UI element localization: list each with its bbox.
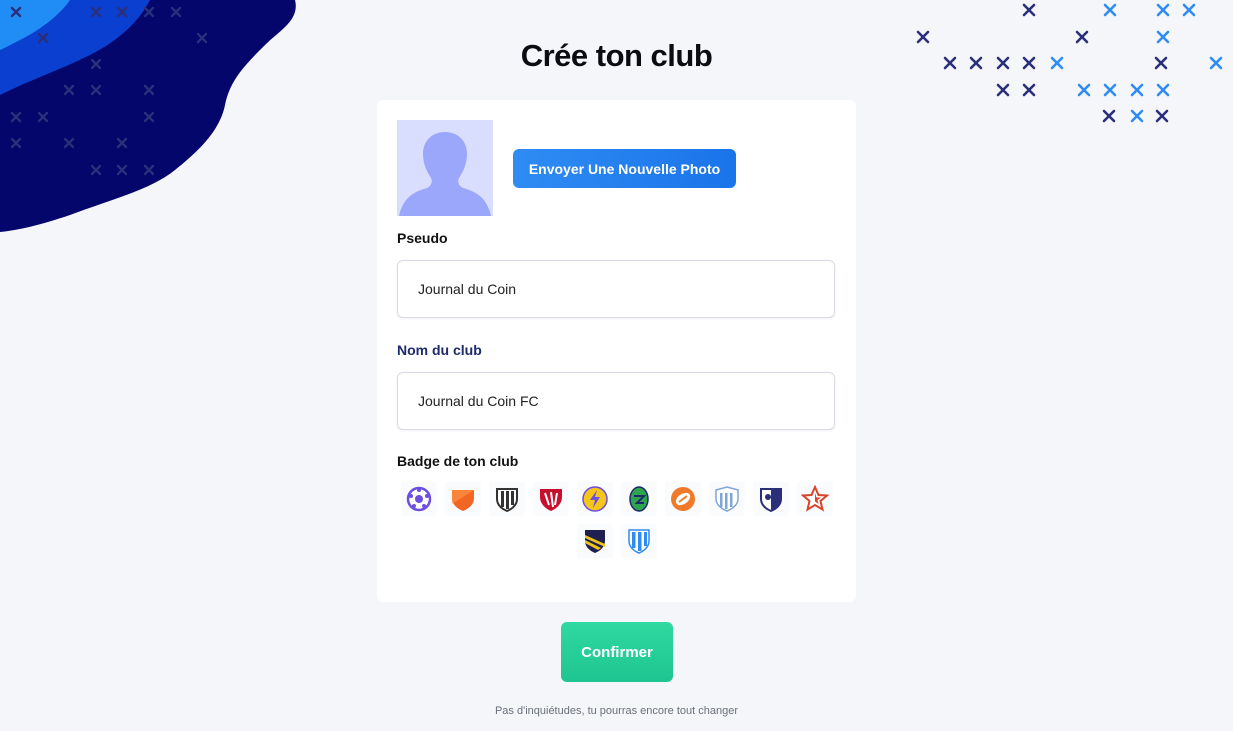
badge-shield-blue-stripes-icon xyxy=(714,486,739,512)
badge-option[interactable] xyxy=(796,482,833,516)
badge-picker xyxy=(397,482,836,558)
badge-shield-navy-yellow-icon xyxy=(584,530,605,553)
upload-photo-button[interactable]: Envoyer Une Nouvelle Photo xyxy=(513,149,736,188)
badge-shield-orange-icon xyxy=(451,490,474,511)
badge-option[interactable] xyxy=(576,524,613,558)
confirm-button[interactable]: Confirmer xyxy=(561,622,673,682)
badge-option[interactable] xyxy=(400,482,437,516)
badge-ball-purple-icon xyxy=(406,486,431,512)
badge-option[interactable] xyxy=(708,482,745,516)
badge-option[interactable] xyxy=(620,524,657,558)
badge-option[interactable] xyxy=(532,482,569,516)
badge-option[interactable] xyxy=(576,482,613,516)
badge-shield-navy-icon xyxy=(759,488,782,513)
badge-star-red-icon xyxy=(800,485,829,512)
club-name-field-wrapper xyxy=(397,372,835,430)
badge-option[interactable] xyxy=(664,482,701,516)
pseudo-input[interactable] xyxy=(418,261,818,317)
page-title: Crée ton club xyxy=(520,38,713,73)
badge-shield-red-icon xyxy=(539,489,562,511)
badge-option[interactable] xyxy=(752,482,789,516)
badge-shield-striped-black-icon xyxy=(495,488,518,513)
club-name-input[interactable] xyxy=(418,373,818,429)
badge-option[interactable] xyxy=(620,482,657,516)
badge-orange-ball-icon xyxy=(670,487,695,511)
page: Crée ton club Envoyer Une Nouvelle Photo… xyxy=(0,0,1233,731)
footer-note: Pas d'inquiétudes, tu pourras encore tou… xyxy=(494,705,739,717)
person-silhouette-icon xyxy=(399,132,491,216)
avatar-placeholder[interactable] xyxy=(397,120,493,216)
badge-option[interactable] xyxy=(488,482,525,516)
decorative-corner-top-left xyxy=(0,0,296,232)
club-form-card: Envoyer Une Nouvelle Photo Pseudo Nom du… xyxy=(377,100,856,602)
badge-label: Badge de ton club xyxy=(397,453,519,469)
pseudo-field-wrapper xyxy=(397,260,835,318)
badge-option[interactable] xyxy=(444,482,481,516)
badge-shield-blue-white-icon xyxy=(627,529,650,554)
badge-lightning-yellow-icon xyxy=(581,486,608,512)
club-name-label: Nom du club xyxy=(397,342,482,358)
badge-green-egg-icon xyxy=(628,486,649,512)
pseudo-label: Pseudo xyxy=(397,230,448,246)
